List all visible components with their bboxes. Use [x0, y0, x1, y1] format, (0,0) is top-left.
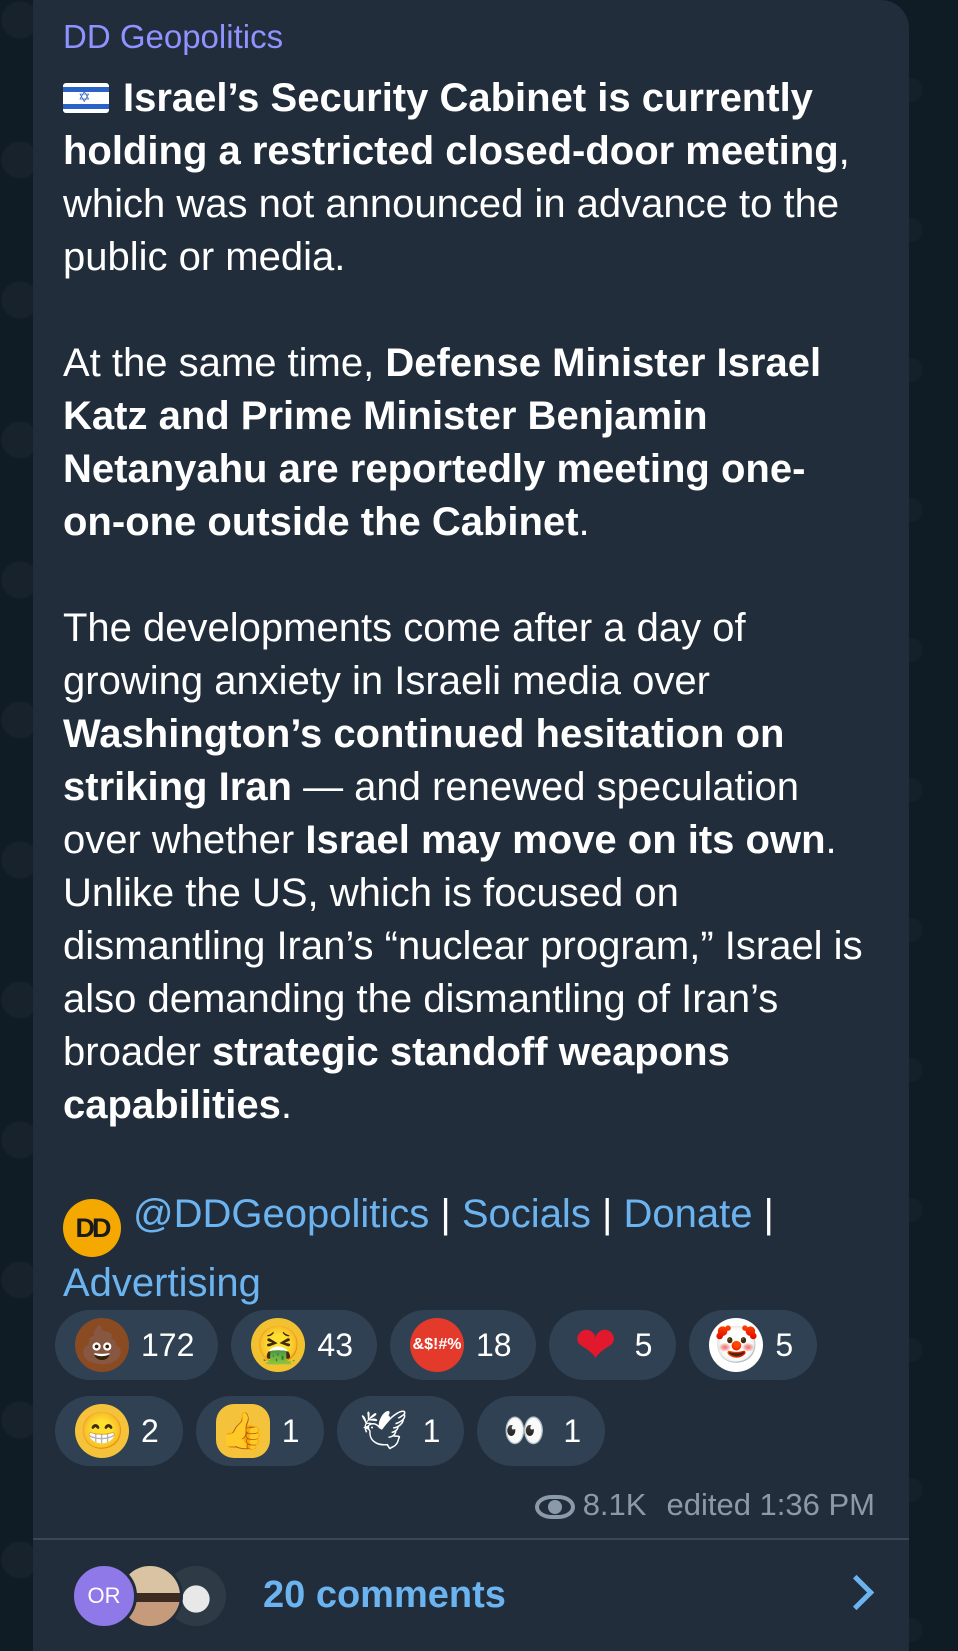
reaction-eyes[interactable]: 👀 1 [477, 1396, 606, 1466]
p2-lead: At the same time, [63, 341, 386, 385]
reaction-heart[interactable]: ❤ 5 [548, 1310, 677, 1380]
commenter-avatars: OR [71, 1562, 241, 1629]
separator: | [429, 1192, 462, 1236]
clown-emoji-icon: 🤡 [709, 1318, 764, 1372]
comments-button[interactable]: OR 20 comments [33, 1540, 909, 1651]
p3-a: The developments come after a day of gro… [63, 606, 746, 703]
reaction-count: 43 [317, 1326, 353, 1363]
reaction-poop[interactable]: 💩 172 [55, 1310, 219, 1380]
dove-emoji-icon: 🕊 [359, 1410, 408, 1452]
reaction-count: 18 [475, 1326, 512, 1363]
reaction-row: 😁 2 👍 1 🕊 1 👀 1 [55, 1396, 885, 1466]
footer-links: DD @DDGeopolitics | Socials | Donate | Ad… [63, 1188, 863, 1310]
thumbs-up-emoji-icon: 👍 [215, 1404, 270, 1458]
reaction-row: 💩 172 🤮 43 &$!#% 18 ❤ 5 🤡 5 [55, 1310, 885, 1380]
eyes-emoji-icon: 👀 [503, 1412, 546, 1450]
donate-link[interactable]: Donate [623, 1192, 752, 1236]
comments-label: 20 comments [263, 1574, 506, 1616]
separator: | [590, 1192, 624, 1236]
angry-swearing-emoji-icon: &$!#% [409, 1318, 464, 1372]
eye-icon [534, 1494, 575, 1519]
poop-emoji-icon: 💩 [75, 1318, 129, 1372]
advertising-link[interactable]: Advertising [63, 1261, 261, 1305]
reaction-count: 1 [563, 1412, 582, 1449]
vomit-emoji-icon: 🤮 [251, 1318, 306, 1372]
reaction-count: 5 [775, 1326, 794, 1363]
edited-time: edited 1:36 PM [666, 1487, 875, 1522]
reaction-count: 5 [634, 1326, 653, 1363]
paragraph-1: ✡ Israel’s Security Cabinet is currently … [63, 72, 863, 284]
dd-logo-icon: DD [63, 1199, 121, 1257]
message-bubble[interactable]: DD Geopolitics ✡ Israel’s Security Cabine… [33, 0, 909, 1651]
grin-emoji-icon: 😁 [75, 1404, 129, 1458]
separator: | [752, 1192, 774, 1236]
reactions: 💩 172 🤮 43 &$!#% 18 ❤ 5 🤡 5 😁 2 👍 1 🕊 1 👀 1 [55, 1310, 885, 1482]
reaction-grin[interactable]: 😁 2 [55, 1396, 183, 1466]
israel-flag-icon: ✡ [63, 83, 109, 113]
reaction-count: 1 [422, 1412, 441, 1449]
reaction-angry[interactable]: &$!#% 18 [389, 1310, 536, 1380]
heart-emoji-icon: ❤ [574, 1317, 617, 1373]
views: 8.1K [534, 1487, 647, 1523]
p2-end: . [578, 500, 590, 544]
p3-d: Israel may move on its own [305, 818, 826, 862]
socials-link[interactable]: Socials [462, 1192, 591, 1236]
reaction-thumbs-up[interactable]: 👍 1 [195, 1396, 324, 1466]
paragraph-2: At the same time, Defense Minister Israe… [63, 337, 863, 549]
handle-link[interactable]: @DDGeopolitics [133, 1192, 429, 1236]
chevron-right-icon [838, 1574, 875, 1611]
p3-g: . [280, 1083, 292, 1127]
reaction-dove[interactable]: 🕊 1 [336, 1396, 465, 1466]
paragraph-3: The developments come after a day of gro… [63, 602, 863, 1132]
reaction-clown[interactable]: 🤡 5 [689, 1310, 818, 1380]
reaction-count: 172 [141, 1326, 195, 1363]
view-count: 8.1K [582, 1487, 647, 1522]
reaction-vomit[interactable]: 🤮 43 [231, 1310, 377, 1380]
avatar: OR [71, 1562, 137, 1629]
message-meta: 8.1K edited 1:36 PM [534, 1487, 875, 1523]
reaction-count: 1 [281, 1412, 300, 1449]
p1-bold: Israel’s Security Cabinet is currently h… [63, 76, 839, 173]
message-text: ✡ Israel’s Security Cabinet is currently … [63, 72, 863, 1185]
reaction-count: 2 [141, 1412, 159, 1449]
channel-name[interactable]: DD Geopolitics [63, 18, 283, 56]
